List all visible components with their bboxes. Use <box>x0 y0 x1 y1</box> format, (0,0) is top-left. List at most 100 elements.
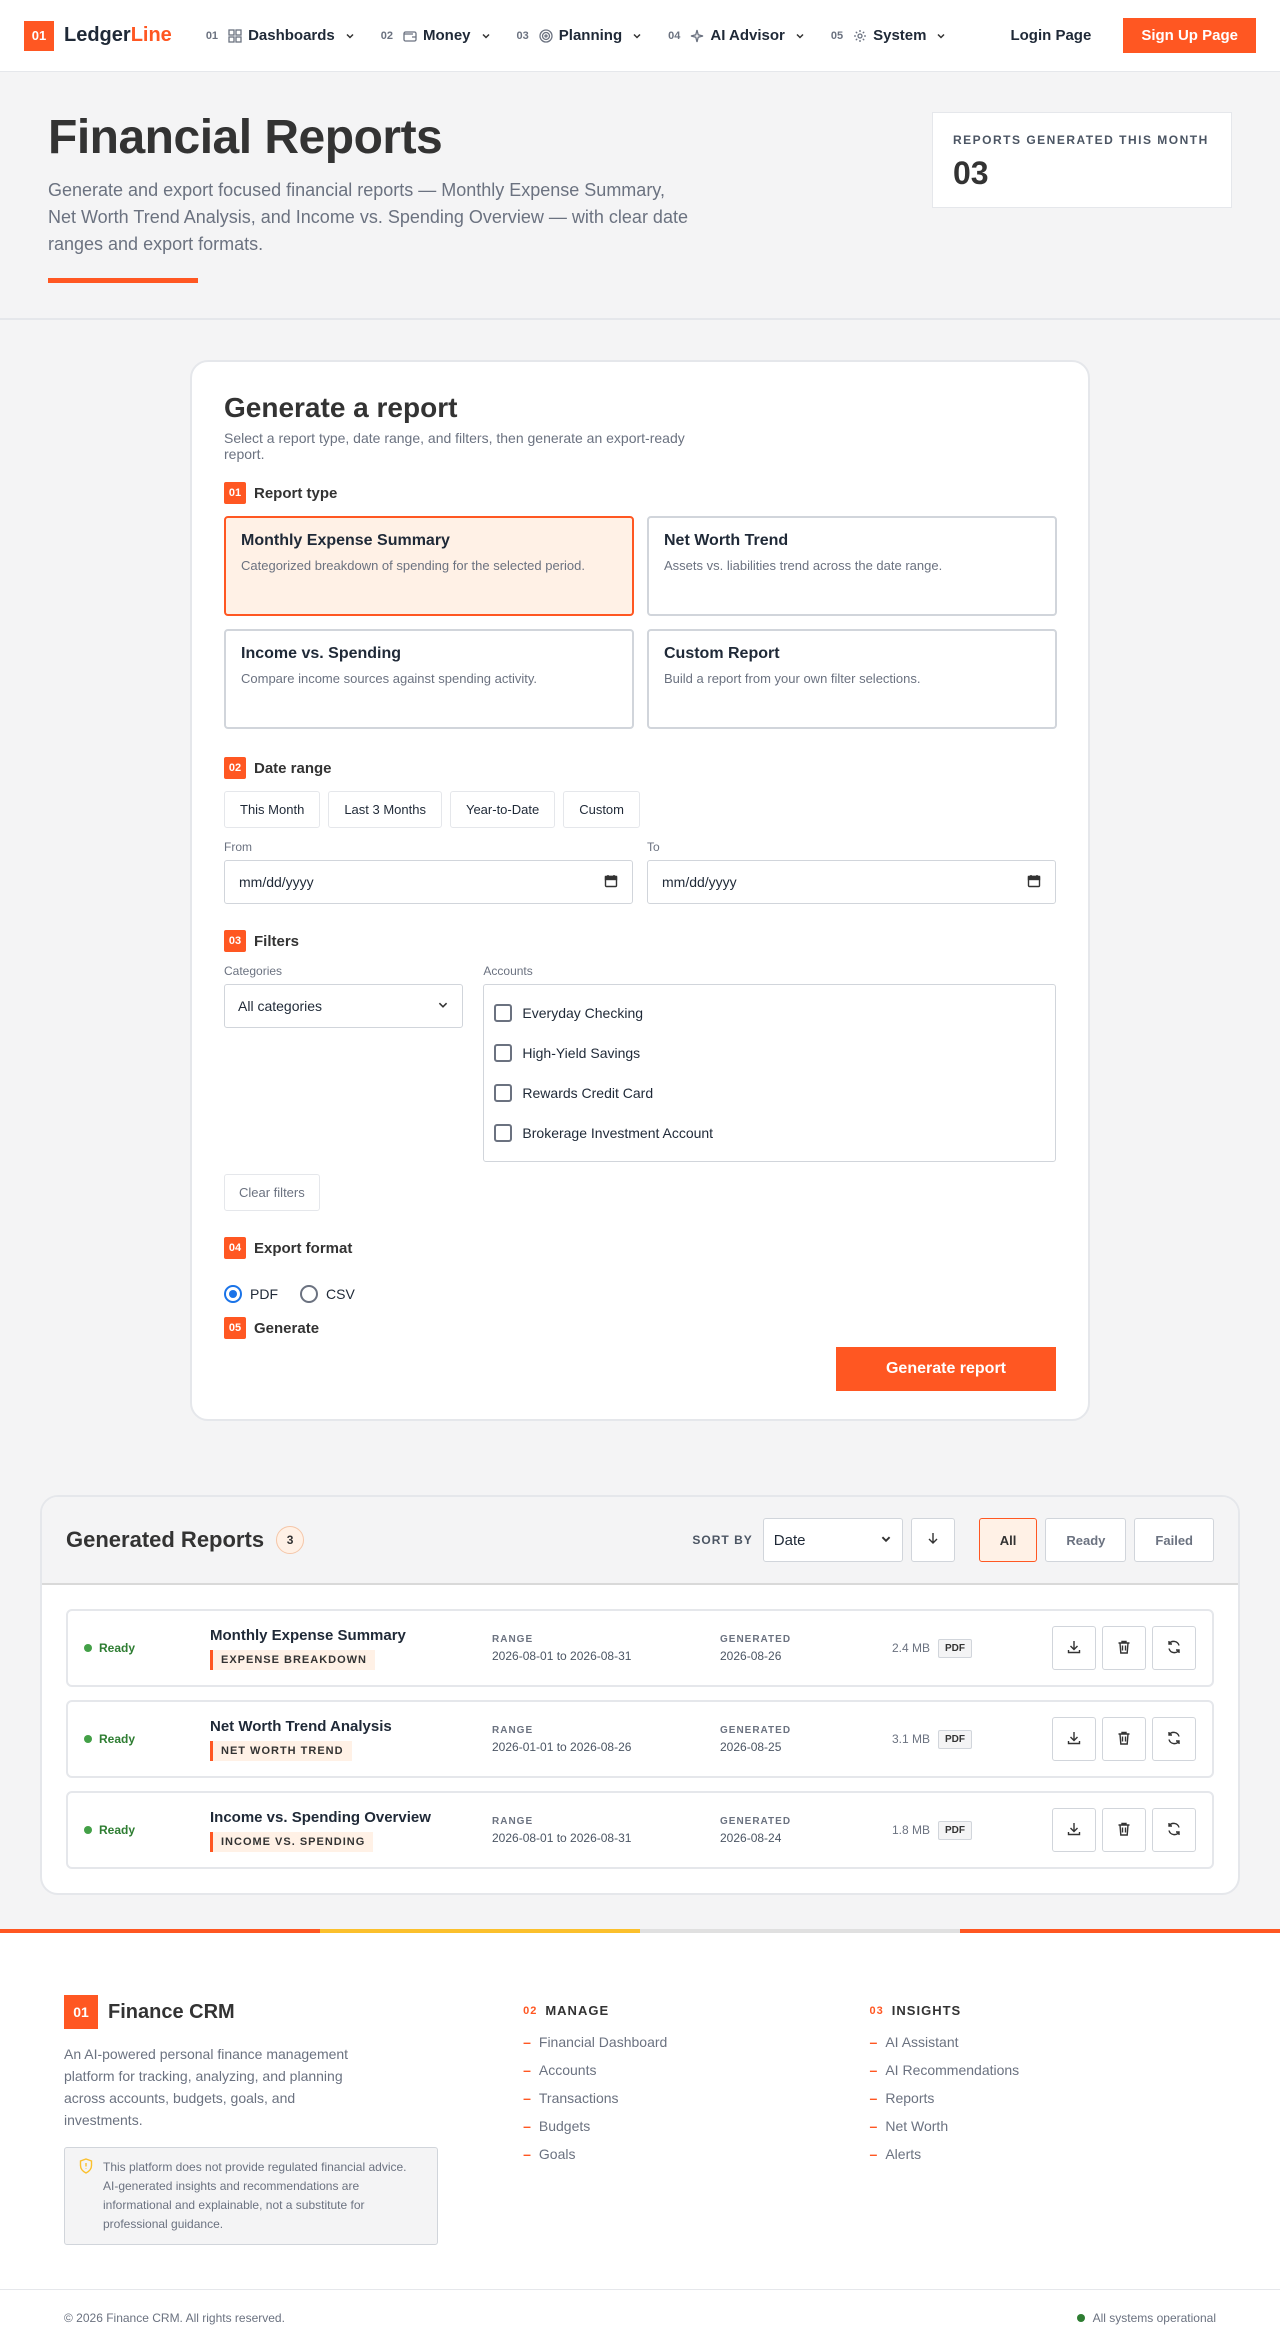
login-link[interactable]: Login Page <box>998 19 1103 52</box>
footer-link[interactable]: – Budgets <box>523 2112 869 2140</box>
range-custom-button[interactable]: Custom <box>563 791 640 828</box>
copyright: © 2026 Finance CRM. All rights reserved. <box>64 2310 285 2325</box>
nav-item-ai-advisor[interactable]: 04 AI Advisor <box>668 27 805 44</box>
report-row: Ready Net Worth Trend Analysis NET WORTH… <box>66 1700 1214 1778</box>
reports-count-badge: 3 <box>276 1526 305 1554</box>
account-option[interactable]: High-Yield Savings <box>494 1033 1045 1073</box>
nav-actions: Login Page Sign Up Page <box>998 18 1256 53</box>
range-last-3-months-button[interactable]: Last 3 Months <box>328 791 442 828</box>
reports-title: Generated Reports <box>66 1527 265 1552</box>
delete-button[interactable] <box>1102 1808 1146 1852</box>
footer-manage-column: 02 MANAGE – Financial Dashboard – Accounts … <box>523 1995 869 2253</box>
generated-label: GENERATED <box>720 1815 792 1827</box>
tab-failed[interactable]: Failed <box>1134 1518 1214 1562</box>
footer-link[interactable]: – Goals <box>523 2140 869 2168</box>
footer-link[interactable]: – AI Assistant <box>870 2028 1216 2056</box>
refresh-icon <box>1166 1639 1182 1658</box>
format-csv-radio[interactable] <box>300 1285 318 1303</box>
nav-menu: 01 Dashboards 02 Money 03 Planning 04 AI… <box>206 27 999 44</box>
generated-value: 2026-08-24 <box>720 1830 782 1845</box>
dash-icon: – <box>523 2062 531 2078</box>
range-ytd-button[interactable]: Year-to-Date <box>449 791 556 828</box>
status-dot <box>84 1826 92 1834</box>
account-checkbox[interactable] <box>494 1004 513 1022</box>
nav-item-planning[interactable]: 03 Planning <box>517 27 643 44</box>
target-icon <box>539 28 553 43</box>
to-date-input[interactable]: mm/dd/yyyy <box>647 860 1056 904</box>
footer-link[interactable]: – Alerts <box>870 2140 1216 2168</box>
download-button[interactable] <box>1052 1717 1096 1761</box>
format-csv-option[interactable]: CSV <box>300 1285 355 1303</box>
regenerate-button[interactable] <box>1152 1626 1196 1670</box>
nav-item-system[interactable]: 05 System <box>831 27 947 44</box>
report-type-monthly-expense[interactable]: Monthly Expense Summary Categorized brea… <box>224 516 634 616</box>
download-button[interactable] <box>1052 1626 1096 1670</box>
sort-direction-button[interactable] <box>910 1518 955 1562</box>
brand-logo[interactable]: 01 LedgerLine <box>24 20 172 51</box>
range-this-month-button[interactable]: This Month <box>224 791 321 828</box>
account-option[interactable]: Rewards Credit Card <box>494 1073 1045 1113</box>
download-button[interactable] <box>1052 1808 1096 1852</box>
report-type-income-spending[interactable]: Income vs. Spending Compare income sourc… <box>224 629 634 729</box>
account-option[interactable]: Everyday Checking <box>494 993 1045 1033</box>
from-date-input[interactable]: mm/dd/yyyy <box>224 860 633 904</box>
account-checkbox[interactable] <box>494 1044 513 1062</box>
footer-link[interactable]: – AI Recommendations <box>870 2056 1216 2084</box>
step-report-type: 01 Report type <box>224 482 1056 504</box>
footer-logo[interactable]: 01 Finance CRM <box>64 1995 523 2029</box>
footer-link[interactable]: – Financial Dashboard <box>523 2028 869 2056</box>
account-label: Everyday Checking <box>522 1005 644 1021</box>
generated-reports-panel: Generated Reports 3 SORT BY Date All Rea… <box>40 1495 1240 1895</box>
filters-row: Categories All categories Accounts Every… <box>224 964 1056 1162</box>
account-option[interactable]: Brokerage Investment Account <box>494 1113 1045 1153</box>
dash-icon: – <box>523 2118 531 2134</box>
dash-icon: – <box>869 2146 878 2162</box>
footer-link-label: Accounts <box>538 2062 597 2078</box>
report-name: Income vs. Spending Overview <box>210 1808 431 1826</box>
tab-all[interactable]: All <box>978 1518 1038 1562</box>
account-checkbox[interactable] <box>494 1084 513 1102</box>
footer-link[interactable]: – Accounts <box>523 2056 869 2084</box>
footer-link[interactable]: – Reports <box>870 2084 1216 2112</box>
step-number: 04 <box>224 1237 246 1259</box>
calendar-icon[interactable] <box>604 874 618 891</box>
report-type-title: Net Worth Trend <box>664 532 789 549</box>
format-pdf-radio[interactable] <box>224 1285 242 1303</box>
format-pdf-option[interactable]: PDF <box>224 1285 278 1303</box>
report-type-custom[interactable]: Custom Report Build a report from your o… <box>647 629 1057 729</box>
step-date-range: 02 Date range <box>224 757 1056 779</box>
top-nav: 01 LedgerLine 01 Dashboards 02 Money 03 … <box>0 0 1280 72</box>
stripe-segment <box>320 1929 640 1933</box>
dash-icon: – <box>869 2034 878 2050</box>
export-format-options: PDF CSV <box>224 1285 1056 1303</box>
footer-link[interactable]: – Net Worth <box>870 2112 1216 2140</box>
clear-filters-button[interactable]: Clear filters <box>224 1174 320 1211</box>
gear-icon <box>853 29 867 43</box>
dash-icon: – <box>869 2062 878 2078</box>
report-type-net-worth[interactable]: Net Worth Trend Assets vs. liabilities t… <box>647 516 1057 616</box>
sort-value: Date <box>773 1531 806 1549</box>
nav-item-dashboards[interactable]: 01 Dashboards <box>206 27 355 44</box>
regenerate-button[interactable] <box>1152 1808 1196 1852</box>
report-tag: INCOME VS. SPENDING <box>210 1831 374 1852</box>
delete-button[interactable] <box>1102 1717 1146 1761</box>
footer: 01 Finance CRM An AI-powered personal fi… <box>0 1929 1280 2345</box>
categories-select[interactable]: All categories <box>224 984 464 1028</box>
nav-item-label: System <box>873 27 927 44</box>
column-number: 02 <box>523 2004 538 2017</box>
account-checkbox[interactable] <box>494 1124 513 1142</box>
generate-report-button[interactable]: Generate report <box>836 1347 1056 1391</box>
tab-ready[interactable]: Ready <box>1045 1518 1127 1562</box>
to-label: To <box>647 840 660 854</box>
nav-item-money[interactable]: 02 Money <box>381 27 491 44</box>
nav-item-label: Planning <box>558 27 623 44</box>
regenerate-button[interactable] <box>1152 1717 1196 1761</box>
sort-select[interactable]: Date <box>762 1518 903 1562</box>
signup-button[interactable]: Sign Up Page <box>1123 18 1256 53</box>
footer-badge: 01 <box>64 1995 98 2029</box>
trash-icon <box>1116 1821 1132 1840</box>
calendar-icon[interactable] <box>1027 874 1041 891</box>
footer-link[interactable]: – Transactions <box>523 2084 869 2112</box>
delete-button[interactable] <box>1102 1626 1146 1670</box>
categories-label: Categories <box>224 964 283 978</box>
